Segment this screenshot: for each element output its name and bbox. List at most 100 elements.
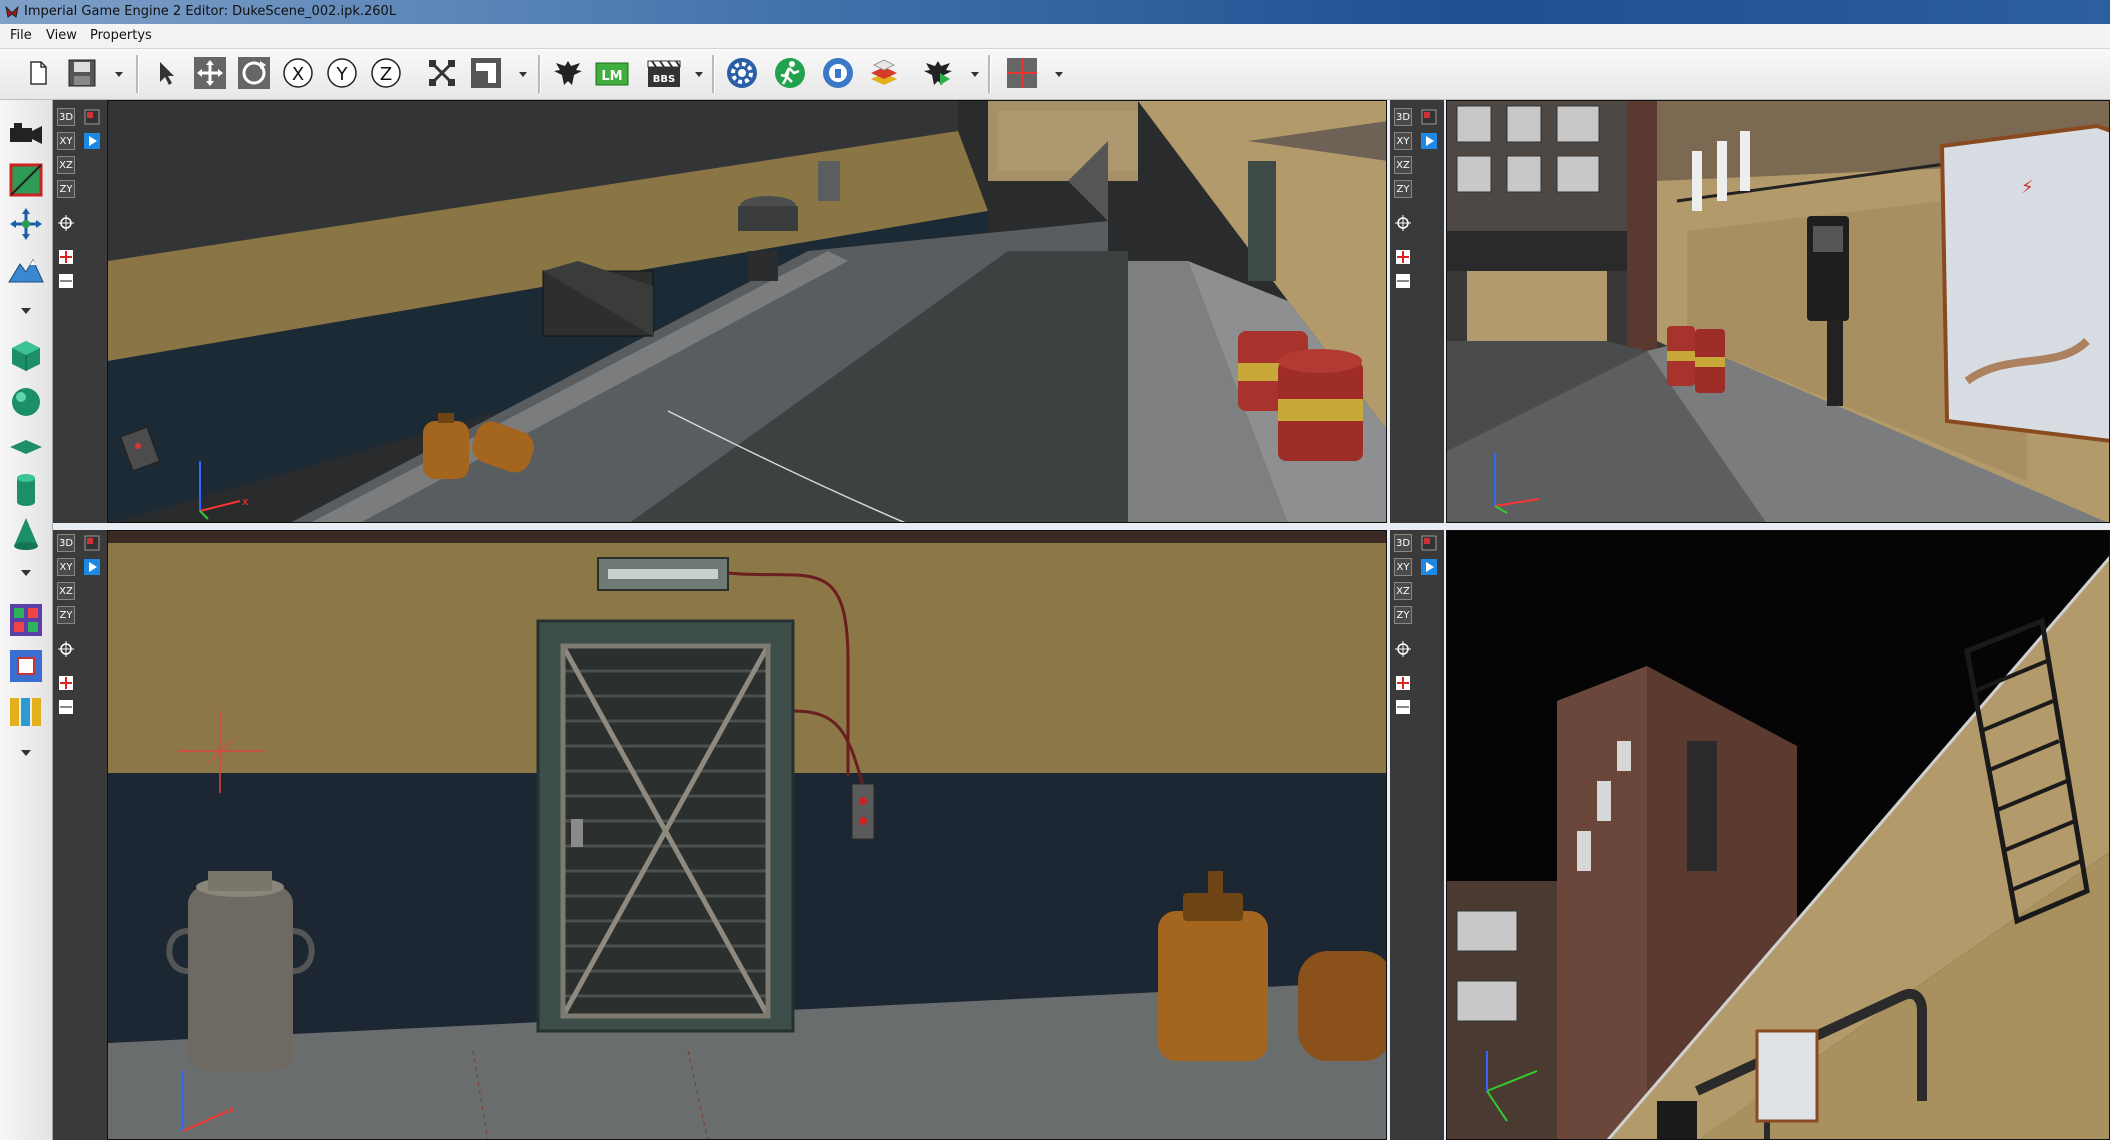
palette-bars-icon[interactable] (6, 692, 46, 732)
toolbar-separator (712, 55, 715, 93)
viewport-controls-bottom-left: 3D XY XZ ZY (53, 530, 107, 1140)
view-xy-button[interactable]: XY (57, 132, 75, 150)
window-title: Imperial Game Engine 2 Editor: DukeScene… (24, 4, 397, 19)
eagle-play-icon[interactable] (920, 55, 956, 91)
eagle-icon[interactable] (550, 55, 586, 91)
cylinder-icon[interactable] (6, 470, 46, 510)
cone-icon[interactable] (6, 514, 46, 554)
mountain-terrain-icon[interactable] (6, 250, 46, 290)
texture-icon[interactable] (6, 646, 46, 686)
view-xz-button[interactable]: XZ (1394, 582, 1412, 600)
settings-gear-icon[interactable] (724, 55, 760, 91)
viewport-play-icon[interactable] (83, 132, 101, 150)
viewport-perspective-bottom-right[interactable] (1446, 530, 2110, 1140)
menu-view[interactable]: View (46, 28, 77, 43)
view-xy-button[interactable]: XY (57, 558, 75, 576)
axis-x-label: X (292, 64, 304, 85)
axis-x-icon[interactable]: X (280, 55, 316, 91)
save-dropdown-icon[interactable] (114, 67, 124, 81)
view-3d-button[interactable]: 3D (57, 534, 75, 552)
snap-dropdown-icon[interactable] (518, 67, 528, 81)
building-window (1506, 155, 1542, 193)
minus-icon[interactable] (57, 698, 75, 716)
viewport-maximize-icon[interactable] (83, 534, 101, 552)
viewport-maximize-icon[interactable] (83, 108, 101, 126)
add-red-icon[interactable] (57, 674, 75, 692)
toolbar-separator (988, 55, 991, 93)
menu-file[interactable]: File (10, 28, 32, 43)
viewport-maximize-icon[interactable] (1420, 108, 1438, 126)
cube-icon[interactable] (6, 336, 46, 376)
crosshair-target-icon[interactable] (57, 640, 75, 658)
view-3d-button[interactable]: 3D (57, 108, 75, 126)
bbs-label: BBS (653, 74, 675, 85)
building-window (1506, 105, 1542, 143)
palette-dropdown-icon[interactable] (20, 306, 32, 316)
metal-door-plate (1939, 123, 2109, 443)
viewport-maximize-icon[interactable] (1420, 534, 1438, 552)
minus-icon[interactable] (57, 272, 75, 290)
viewport-play-icon[interactable] (83, 558, 101, 576)
sphere-icon[interactable] (6, 382, 46, 422)
crosshair-target-icon[interactable] (57, 214, 75, 232)
view-zy-button[interactable]: ZY (57, 180, 75, 198)
layout-dropdown-icon[interactable] (1054, 67, 1064, 81)
pivot-move-icon[interactable] (6, 204, 46, 244)
view-3d-button[interactable]: 3D (1394, 534, 1412, 552)
building-window (1556, 155, 1600, 193)
minus-icon[interactable] (1394, 698, 1412, 716)
view-zy-button[interactable]: ZY (1394, 180, 1412, 198)
title-bar: Imperial Game Engine 2 Editor: DukeScene… (0, 0, 2110, 24)
layers-icon[interactable] (866, 55, 902, 91)
view-xz-button[interactable]: XZ (57, 582, 75, 600)
minus-icon[interactable] (1394, 272, 1412, 290)
select-arrow-icon[interactable] (148, 55, 184, 91)
view-xy-button[interactable]: XY (1394, 132, 1412, 150)
menu-propertys[interactable]: Propertys (90, 28, 152, 43)
bbs-dropdown-icon[interactable] (694, 67, 704, 81)
shapes-dropdown-icon[interactable] (20, 568, 32, 578)
view-xz-button[interactable]: XZ (57, 156, 75, 174)
axis-y-icon[interactable]: Y (324, 55, 360, 91)
material-grid-icon[interactable] (6, 600, 46, 640)
viewport-play-icon[interactable] (1420, 132, 1438, 150)
lightmap-label: LM (601, 69, 622, 84)
add-red-icon[interactable] (57, 248, 75, 266)
crosshair-target-icon[interactable] (1394, 214, 1412, 232)
viewport-perspective-top-left[interactable]: x (107, 100, 1387, 523)
move-icon[interactable] (192, 55, 228, 91)
bbs-clapper-icon[interactable]: BBS (646, 55, 682, 91)
add-red-icon[interactable] (1394, 674, 1412, 692)
plane-icon[interactable] (6, 426, 46, 466)
view-xy-button[interactable]: XY (1394, 558, 1412, 576)
camera-icon[interactable] (6, 114, 46, 154)
wall-door (1248, 161, 1276, 281)
toolbar-separator (538, 55, 541, 93)
view-zy-button[interactable]: ZY (57, 606, 75, 624)
view-xz-button[interactable]: XZ (1394, 156, 1412, 174)
axis-x-label: x (228, 1103, 235, 1116)
viewport-play-icon[interactable] (1420, 558, 1438, 576)
new-document-icon[interactable] (20, 55, 56, 91)
axis-z-icon[interactable]: Z (368, 55, 404, 91)
rotate-icon[interactable] (236, 55, 272, 91)
save-icon[interactable] (64, 55, 100, 91)
view-3d-button[interactable]: 3D (1394, 108, 1412, 126)
snap-icon[interactable] (468, 55, 504, 91)
material-dropdown-icon[interactable] (20, 748, 32, 758)
building-window (1556, 105, 1600, 143)
terrain-plane-icon[interactable] (6, 160, 46, 200)
crosshair-target-icon[interactable] (1394, 640, 1412, 658)
view-zy-button[interactable]: ZY (1394, 606, 1412, 624)
add-red-icon[interactable] (1394, 248, 1412, 266)
run-icon[interactable] (772, 55, 808, 91)
scale-icon[interactable] (424, 55, 460, 91)
building-window (1456, 910, 1518, 952)
lightmap-icon[interactable]: LM (594, 55, 630, 91)
menu-bar: File View Propertys (0, 24, 2110, 49)
viewport-perspective-bottom-left[interactable]: x (107, 530, 1387, 1140)
info-icon[interactable] (820, 55, 856, 91)
viewport-layout-icon[interactable] (1004, 55, 1040, 91)
eagle-dropdown-icon[interactable] (970, 67, 980, 81)
viewport-perspective-top-right[interactable]: ⚡ (1446, 100, 2110, 523)
